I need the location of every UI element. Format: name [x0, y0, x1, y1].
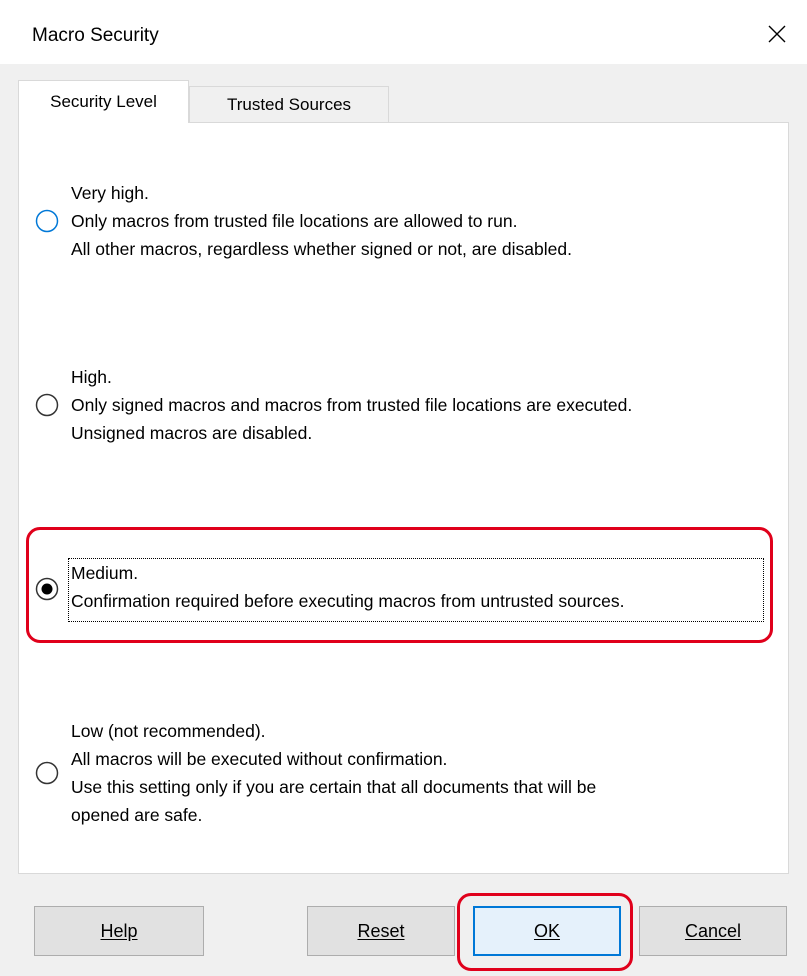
security-level-panel: Very high. Only macros from trusted file…	[18, 122, 789, 874]
option-line: Only signed macros and macros from trust…	[71, 395, 633, 415]
cancel-button[interactable]: Cancel	[639, 906, 787, 956]
option-very-high[interactable]: Very high. Only macros from trusted file…	[35, 179, 772, 265]
tab-label: Security Level	[50, 92, 157, 111]
option-title: Very high.	[71, 183, 149, 203]
option-low[interactable]: Low (not recommended). All macros will b…	[35, 717, 772, 833]
option-line: Use this setting only if you are certain…	[71, 777, 597, 797]
option-text: Very high. Only macros from trusted file…	[71, 179, 572, 263]
title-bar: Macro Security	[0, 0, 807, 64]
radio-unselected-icon[interactable]	[35, 209, 59, 233]
option-line: Unsigned macros are disabled.	[71, 423, 313, 443]
help-label: Help	[100, 920, 138, 941]
close-button[interactable]	[747, 10, 807, 58]
highlight-medium-option	[26, 527, 773, 643]
option-line: All macros will be executed without conf…	[71, 749, 448, 769]
close-icon	[768, 25, 786, 43]
option-line: All other macros, regardless whether sig…	[71, 239, 572, 259]
radio-unselected-icon[interactable]	[35, 393, 59, 417]
option-line: opened are safe.	[71, 805, 203, 825]
reset-button[interactable]: Reset	[307, 906, 455, 956]
cancel-label: Cancel	[684, 920, 742, 941]
dialog-title: Macro Security	[32, 25, 159, 46]
radio-unselected-icon[interactable]	[35, 761, 59, 785]
reset-label: Reset	[357, 920, 405, 941]
option-text: Low (not recommended). All macros will b…	[71, 717, 596, 829]
option-title: High.	[71, 367, 112, 387]
option-line: Only macros from trusted file locations …	[71, 211, 518, 231]
highlight-ok-button	[457, 893, 633, 971]
option-high[interactable]: High. Only signed macros and macros from…	[35, 363, 772, 449]
tab-trusted-sources[interactable]: Trusted Sources	[189, 86, 389, 122]
tab-label: Trusted Sources	[226, 94, 352, 114]
help-button[interactable]: Help	[34, 906, 204, 956]
option-text: High. Only signed macros and macros from…	[71, 363, 632, 447]
option-title: Low (not recommended).	[71, 721, 266, 741]
tab-security-level[interactable]: Security Level	[18, 80, 189, 123]
